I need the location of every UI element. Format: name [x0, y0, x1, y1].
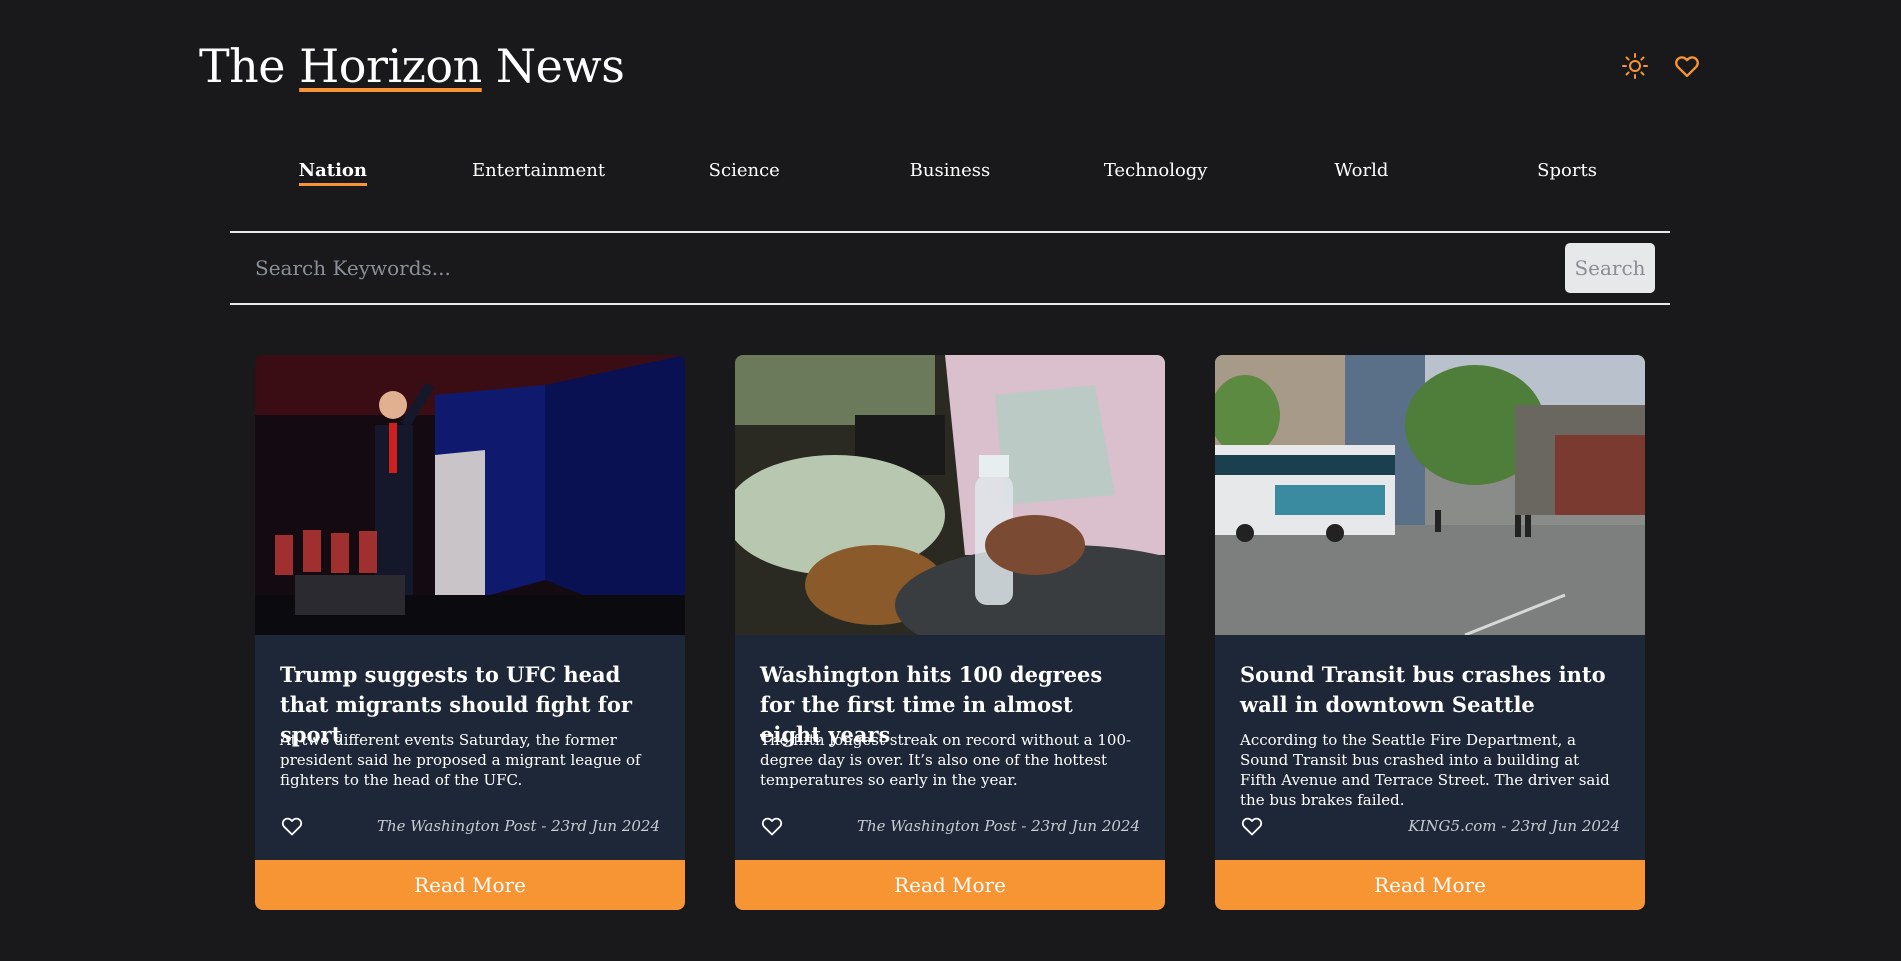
sun-icon[interactable]: [1621, 52, 1649, 80]
article-source: The Washington Post - 23rd Jun 2024: [856, 817, 1140, 835]
heart-icon[interactable]: [1673, 52, 1701, 80]
article-body: Trump suggests to UFC head that migrants…: [255, 635, 685, 860]
article-image[interactable]: [255, 355, 685, 635]
article-card: Sound Transit bus crashes into wall in d…: [1215, 355, 1645, 910]
tab-sports[interactable]: Sports: [1465, 160, 1670, 185]
tab-label: World: [1334, 160, 1389, 181]
favorite-heart-icon[interactable]: [1240, 814, 1264, 838]
article-title[interactable]: Washington hits 100 degrees for the firs…: [760, 660, 1140, 747]
article-meta: KING5.com - 23rd Jun 2024: [1240, 814, 1620, 838]
tab-label: Business: [909, 160, 991, 181]
logo-accent: Horizon: [299, 39, 482, 93]
read-more-button[interactable]: Read More: [735, 860, 1165, 910]
page: The Horizon News Nation Entertainment Sc…: [0, 0, 1901, 961]
logo-prefix: The: [199, 39, 300, 93]
article-card: Trump suggests to UFC head that migrants…: [255, 355, 685, 910]
logo-suffix: News: [481, 39, 625, 93]
tab-world[interactable]: World: [1259, 160, 1464, 185]
favorite-heart-icon[interactable]: [760, 814, 784, 838]
favorite-heart-icon[interactable]: [280, 814, 304, 838]
search-input[interactable]: [255, 256, 1455, 280]
article-list: Trump suggests to UFC head that migrants…: [255, 355, 1645, 910]
tab-business[interactable]: Business: [847, 160, 1052, 185]
site-logo[interactable]: The Horizon News: [199, 39, 625, 93]
article-image[interactable]: [735, 355, 1165, 635]
read-more-button[interactable]: Read More: [1215, 860, 1645, 910]
article-title[interactable]: Trump suggests to UFC head that migrants…: [280, 660, 660, 747]
article-card: Washington hits 100 degrees for the firs…: [735, 355, 1165, 910]
article-description: At two different events Saturday, the fo…: [280, 731, 641, 789]
search-button[interactable]: Search: [1565, 243, 1655, 293]
tab-label: Science: [708, 160, 780, 181]
article-title[interactable]: Sound Transit bus crashes into wall in d…: [1240, 660, 1620, 720]
article-meta: The Washington Post - 23rd Jun 2024: [280, 814, 660, 838]
tab-technology[interactable]: Technology: [1053, 160, 1258, 185]
category-nav: Nation Entertainment Science Business Te…: [230, 160, 1670, 186]
article-source: KING5.com - 23rd Jun 2024: [1408, 817, 1620, 835]
tab-label: Technology: [1103, 160, 1208, 181]
tab-label: Entertainment: [472, 160, 606, 181]
tab-label: Nation: [298, 160, 368, 186]
tab-label: Sports: [1537, 160, 1597, 181]
article-meta: The Washington Post - 23rd Jun 2024: [760, 814, 1140, 838]
tab-nation[interactable]: Nation: [230, 160, 435, 186]
article-source: The Washington Post - 23rd Jun 2024: [376, 817, 660, 835]
tab-entertainment[interactable]: Entertainment: [436, 160, 641, 185]
header-icons: [1621, 52, 1701, 80]
read-more-button[interactable]: Read More: [255, 860, 685, 910]
article-description: According to the Seattle Fire Department…: [1240, 731, 1610, 809]
article-body: Sound Transit bus crashes into wall in d…: [1215, 635, 1645, 860]
search-bar: Search: [230, 231, 1670, 305]
article-description: The fifth longest streak on record witho…: [760, 731, 1132, 789]
article-body: Washington hits 100 degrees for the firs…: [735, 635, 1165, 860]
tab-science[interactable]: Science: [642, 160, 847, 185]
header: The Horizon News: [199, 38, 1701, 94]
article-image[interactable]: [1215, 355, 1645, 635]
